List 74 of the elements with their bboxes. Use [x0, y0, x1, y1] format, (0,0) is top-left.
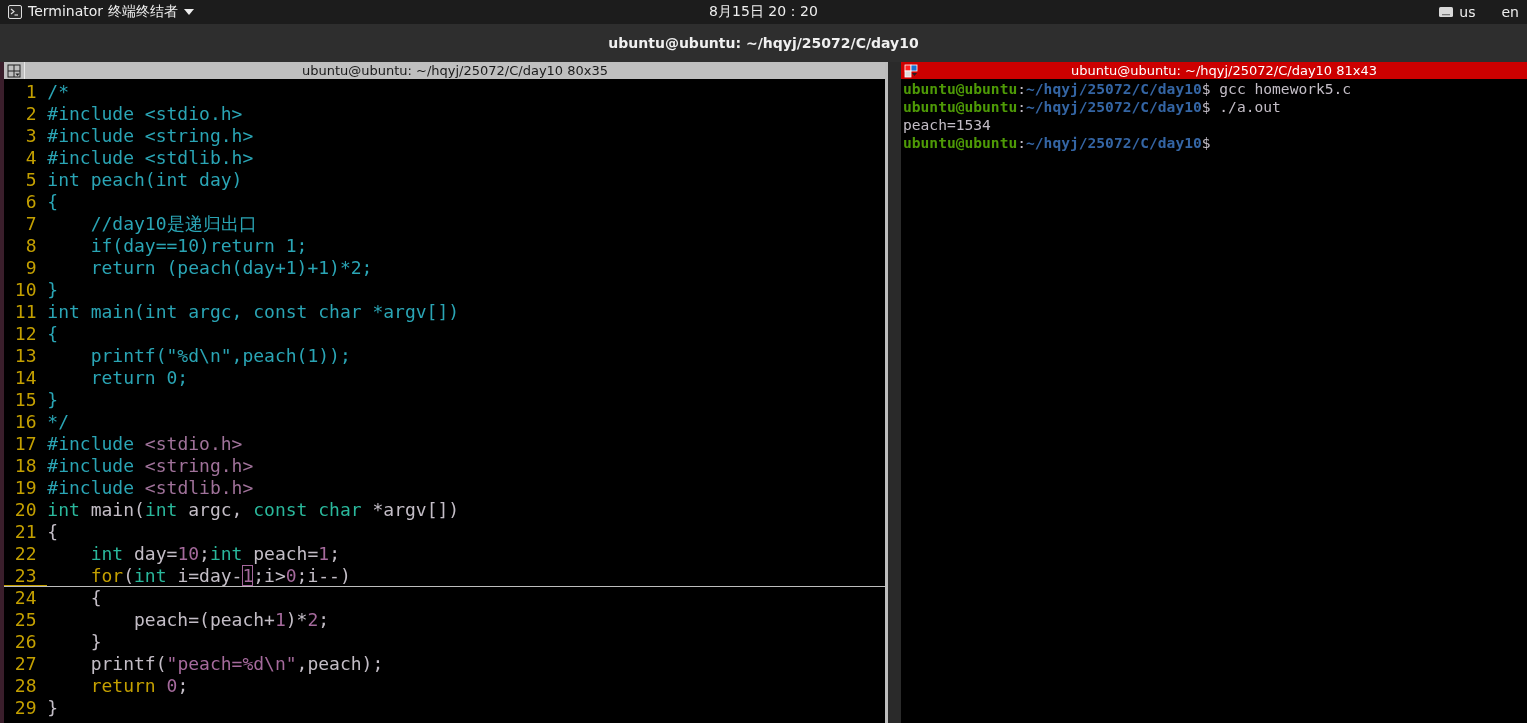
- code-text: #include <string.h>: [47, 125, 254, 146]
- pane-title: ubuntu@ubuntu: ~/hqyj/25072/C/day10 81x43: [1069, 62, 1379, 79]
- line-number: 22: [13, 543, 38, 564]
- code-text: return 0;: [89, 675, 189, 696]
- code-text: /*: [47, 81, 69, 102]
- line-number: 10: [13, 279, 38, 300]
- line-number: 23: [4, 565, 48, 586]
- code-text: printf("%d\n",peach(1));: [89, 345, 351, 366]
- code-text: int main(int argc, const char *argv[]): [47, 499, 460, 520]
- line-number: 7: [24, 213, 38, 234]
- line-number: 20: [13, 499, 38, 520]
- line-number: 24: [13, 587, 38, 608]
- line-number: 17: [13, 433, 38, 454]
- code-text: #include <stdlib.h>: [47, 477, 254, 498]
- line-number: 8: [24, 235, 38, 256]
- code-text: }: [47, 389, 59, 410]
- line-number: 27: [13, 653, 38, 674]
- code-text: */: [47, 411, 69, 432]
- code-text: for(int i=day-1;i>0;i--): [89, 565, 351, 586]
- code-text: {: [47, 323, 59, 344]
- terminal-line: peach=1534: [903, 116, 992, 134]
- line-number: 4: [24, 147, 38, 168]
- line-number: 2: [24, 103, 38, 124]
- line-number: 6: [24, 191, 38, 212]
- window-title: ubuntu@ubuntu: ~/hqyj/25072/C/day10: [608, 35, 919, 51]
- code-text: return (peach(day+1)+1)*2;: [89, 257, 373, 278]
- code-text: printf("peach=%d\n",peach);: [89, 653, 384, 674]
- terminal-line: ubuntu@ubuntu:~/hqyj/25072/C/day10$ gcc homework5.c: [903, 80, 1353, 98]
- code-text: #include <string.h>: [47, 455, 254, 476]
- keyboard-layout[interactable]: us: [1459, 4, 1476, 20]
- code-text: //day10是递归出口: [89, 213, 257, 234]
- code-text: #include <stdio.h>: [47, 433, 243, 454]
- line-number: 18: [13, 455, 38, 476]
- split-grid-icon[interactable]: [904, 63, 918, 78]
- language-indicator[interactable]: en: [1501, 4, 1519, 20]
- keyboard-icon[interactable]: [1439, 7, 1454, 17]
- line-number: 5: [24, 169, 38, 190]
- line-number: 15: [13, 389, 38, 410]
- code-text: }: [89, 631, 102, 652]
- line-number: 14: [13, 367, 38, 388]
- code-text: {: [47, 521, 59, 542]
- line-number: 1: [24, 81, 38, 102]
- line-number: 12: [13, 323, 38, 344]
- clock[interactable]: 8月15日 20：20: [709, 3, 818, 21]
- split-grid-icon[interactable]: [7, 63, 21, 78]
- line-number: 11: [13, 301, 38, 322]
- terminal-icon: [8, 5, 22, 19]
- pane-title: ubuntu@ubuntu: ~/hqyj/25072/C/day10 80x35: [300, 62, 610, 79]
- line-number: 16: [13, 411, 38, 432]
- line-number: 29: [13, 697, 38, 718]
- line-number: 3: [24, 125, 38, 146]
- line-number: 26: [13, 631, 38, 652]
- code-text: int peach(int day): [47, 169, 243, 190]
- caret-down-icon: [183, 9, 194, 15]
- line-number: 21: [13, 521, 38, 542]
- code-text: {: [89, 587, 102, 608]
- code-text: #include <stdlib.h>: [47, 147, 254, 168]
- line-number: 25: [13, 609, 38, 630]
- code-text: return 0;: [89, 367, 189, 388]
- app-menu[interactable]: Terminator 终端终结者: [8, 3, 194, 21]
- line-number: 28: [13, 675, 38, 696]
- code-text: if(day==10)return 1;: [89, 235, 308, 256]
- code-text: {: [47, 191, 59, 212]
- code-text: #include <stdio.h>: [47, 103, 243, 124]
- code-text: int main(int argc, const char *argv[]): [47, 301, 460, 322]
- code-text: }: [47, 697, 59, 718]
- code-text: int day=10;int peach=1;: [89, 543, 340, 564]
- code-text: }: [47, 279, 59, 300]
- line-number: 9: [24, 257, 38, 278]
- terminal-line: ubuntu@ubuntu:~/hqyj/25072/C/day10$: [903, 134, 1212, 152]
- terminal-line: ubuntu@ubuntu:~/hqyj/25072/C/day10$ ./a.out: [903, 98, 1282, 116]
- line-number: 13: [13, 345, 38, 366]
- line-number: 19: [13, 477, 38, 498]
- code-text: peach=(peach+1)*2;: [133, 609, 330, 630]
